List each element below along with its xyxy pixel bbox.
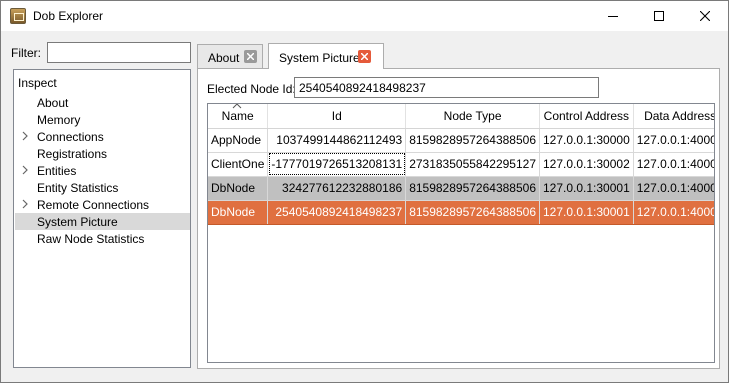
- table-row[interactable]: AppNode 1037499144862112493 81598289572643…: [208, 128, 714, 153]
- app-icon: [10, 8, 26, 24]
- maximize-button[interactable]: [636, 1, 682, 31]
- column-header-name[interactable]: Name: [208, 104, 269, 129]
- window-title: Dob Explorer: [33, 9, 104, 23]
- column-header-node-type-label: Node Type: [443, 108, 502, 123]
- chevron-right-icon[interactable]: [20, 131, 30, 141]
- tree-item-registrations[interactable]: Registrations: [15, 145, 190, 162]
- column-header-id[interactable]: Id: [267, 104, 407, 129]
- column-header-name-label: Name: [221, 108, 254, 123]
- column-header-control-address[interactable]: Control Address: [539, 104, 634, 129]
- tree-root-inspect[interactable]: Inspect: [18, 76, 57, 90]
- cell-control[interactable]: 127.0.0.1:30002: [539, 152, 634, 177]
- tree-item-label: System Picture: [37, 215, 118, 229]
- sort-ascending-icon: [232, 104, 242, 109]
- tree-item-system-picture[interactable]: System Picture: [15, 213, 190, 230]
- cell-node-type[interactable]: 2731835055842295127: [405, 152, 540, 177]
- column-header-id-label: Id: [331, 108, 342, 123]
- table-row[interactable]: DbNode 324277612232880186 8159828957264388…: [208, 176, 714, 201]
- column-header-node-type[interactable]: Node Type: [405, 104, 540, 129]
- tree-item-raw-node-statistics[interactable]: Raw Node Statistics: [15, 230, 190, 247]
- chevron-right-icon[interactable]: [20, 165, 30, 175]
- tab-system-picture-close-button[interactable]: [358, 50, 371, 63]
- tree-item-entities[interactable]: Entities: [15, 162, 190, 179]
- cell-data[interactable]: 127.0.0.1:40002: [633, 152, 714, 177]
- minimize-icon: [608, 16, 618, 17]
- column-header-data-address[interactable]: Data Address: [633, 104, 715, 129]
- cell-id[interactable]: 324277612232880186: [267, 176, 407, 201]
- tree-item-label: Entity Statistics: [37, 181, 119, 195]
- tree-item-entity-statistics[interactable]: Entity Statistics: [15, 179, 190, 196]
- tree-item-remote-connections[interactable]: Remote Connections: [15, 196, 190, 213]
- table-row[interactable]: ClientOne -1777019726513208131 27318350558…: [208, 152, 714, 177]
- close-icon: [247, 53, 254, 60]
- cell-data[interactable]: 127.0.0.1:40001: [633, 200, 714, 225]
- cell-id[interactable]: -1777019726513208131: [267, 152, 407, 177]
- cell-control[interactable]: 127.0.0.1:30001: [539, 200, 634, 225]
- system-picture-pane: Elected Node Id: Name Id Node Type Contr…: [197, 68, 720, 369]
- tab-system-picture[interactable]: System Picture: [268, 43, 384, 69]
- tree-item-label: Connections: [37, 130, 104, 144]
- table-row[interactable]: DbNode 2540540892418498237 815982895726438…: [208, 200, 714, 225]
- tab-about-label: About: [208, 51, 240, 65]
- dob-explorer-window: Dob Explorer Filter: Inspect About Memory…: [0, 0, 729, 383]
- cell-control[interactable]: 127.0.0.1:30001: [539, 176, 634, 201]
- filter-label: Filter:: [11, 46, 41, 60]
- filter-input[interactable]: [47, 42, 191, 63]
- cell-node-type[interactable]: 8159828957264388506: [405, 176, 540, 201]
- title-bar: Dob Explorer: [1, 1, 728, 31]
- column-header-control-address-label: Control Address: [543, 108, 630, 123]
- inspect-tree[interactable]: Inspect About Memory Connections Registrati…: [13, 69, 191, 368]
- close-icon: [361, 53, 368, 60]
- cell-name[interactable]: AppNode: [208, 128, 269, 153]
- cell-name[interactable]: ClientOne: [208, 152, 269, 177]
- tree-item-label: About: [37, 96, 69, 110]
- tree-item-label: Raw Node Statistics: [37, 232, 145, 246]
- cell-id[interactable]: 1037499144862112493: [267, 128, 407, 153]
- tree-item-memory[interactable]: Memory: [15, 111, 190, 128]
- tree-item-label: Registrations: [37, 147, 108, 161]
- cell-control[interactable]: 127.0.0.1:30000: [539, 128, 634, 153]
- cell-name[interactable]: DbNode: [208, 176, 269, 201]
- cell-node-type[interactable]: 8159828957264388506: [405, 200, 540, 225]
- table-header-row: Name Id Node Type Control Address Data A…: [208, 104, 715, 129]
- maximize-icon: [654, 11, 664, 21]
- tree-item-connections[interactable]: Connections: [15, 128, 190, 145]
- cell-data[interactable]: 127.0.0.1:40000: [633, 128, 714, 153]
- elected-node-label: Elected Node Id:: [207, 82, 296, 96]
- column-header-data-address-label: Data Address: [644, 108, 715, 123]
- chevron-right-icon[interactable]: [20, 199, 30, 209]
- tab-about[interactable]: About: [197, 44, 263, 68]
- cell-node-type[interactable]: 8159828957264388506: [405, 128, 540, 153]
- nodes-table[interactable]: Name Id Node Type Control Address Data A…: [207, 103, 715, 363]
- tab-system-picture-label: System Picture: [279, 51, 360, 65]
- elected-node-id-field[interactable]: [294, 77, 599, 98]
- cell-id[interactable]: 2540540892418498237: [267, 200, 407, 225]
- tab-about-close-button[interactable]: [244, 50, 257, 63]
- tree-item-label: Remote Connections: [37, 198, 150, 212]
- tree-item-about[interactable]: About: [15, 94, 190, 111]
- cell-name[interactable]: DbNode: [208, 200, 269, 225]
- tree-item-label: Entities: [37, 164, 77, 178]
- close-button[interactable]: [682, 1, 728, 31]
- close-icon: [700, 11, 710, 21]
- cell-data[interactable]: 127.0.0.1:40001: [633, 176, 714, 201]
- tree-item-label: Memory: [37, 113, 81, 127]
- minimize-button[interactable]: [590, 1, 636, 31]
